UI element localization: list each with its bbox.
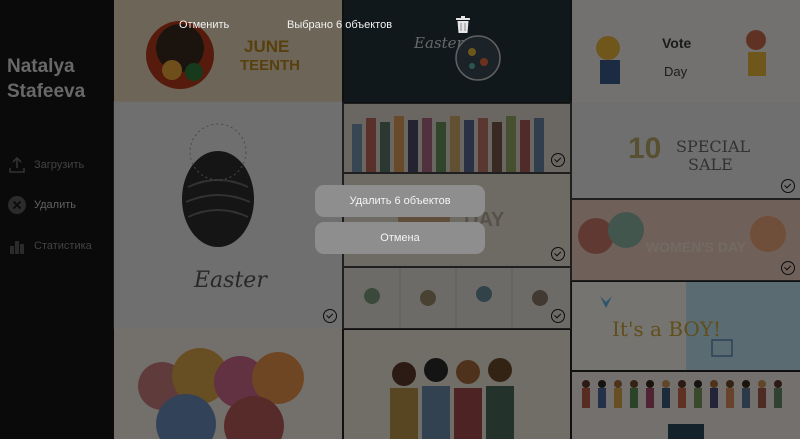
- tile-text: Easter: [193, 268, 268, 293]
- svg-text:10: 10: [628, 132, 661, 165]
- sidebar-item-label: Удалить: [34, 198, 76, 211]
- tile-people-group[interactable]: [344, 330, 570, 439]
- tile-text: WOMEN'S DAY: [646, 239, 747, 255]
- cancel-selection-link[interactable]: Отменить: [179, 19, 229, 31]
- upload-icon: [6, 154, 27, 175]
- svg-text:Day: Day: [664, 64, 688, 79]
- author-name: Natalya Stafeeva: [7, 56, 86, 102]
- selected-check-icon: [551, 309, 565, 323]
- tile-vote-day[interactable]: Vote Day: [572, 0, 800, 102]
- sidebar: Natalya Stafeeva Загрузить Удалить Статис…: [0, 0, 114, 439]
- selected-check-icon: [323, 309, 337, 323]
- sidebar-item-label: Загрузить: [34, 158, 85, 171]
- tile-women-silhouettes[interactable]: [114, 328, 342, 439]
- tile-people-row[interactable]: [572, 372, 800, 439]
- trash-icon[interactable]: [455, 16, 471, 34]
- selected-check-icon: [551, 153, 565, 167]
- stats-icon: [6, 235, 27, 256]
- sidebar-item-label: Статистика: [34, 239, 92, 252]
- tile-special-sale[interactable]: 10 SPECIAL SALE: [571, 101, 800, 199]
- selected-check-icon: [781, 261, 795, 275]
- svg-text:SALE: SALE: [688, 155, 733, 174]
- tile-womens-day[interactable]: WOMEN'S DAY: [571, 199, 800, 281]
- tile-juneteenth[interactable]: JUNE TEENTH: [114, 0, 342, 102]
- confirm-delete-button[interactable]: Удалить 6 объектов: [315, 185, 485, 217]
- tile-its-a-boy[interactable]: It's a BOY!: [572, 282, 800, 370]
- cancel-button[interactable]: Отмена: [315, 222, 485, 254]
- tile-text: SPECIAL: [676, 137, 751, 156]
- tile-plants-grid[interactable]: [343, 267, 571, 329]
- selected-check-icon: [781, 179, 795, 193]
- image-grid: JUNE TEENTH Easter Easter DAY Vote Day 1…: [113, 0, 800, 439]
- tile-text: Vote: [662, 35, 692, 51]
- tile-text: It's a BOY!: [612, 317, 721, 341]
- sidebar-item-upload[interactable]: Загрузить: [6, 154, 84, 175]
- selected-count-label: Выбрано 6 объектов: [287, 19, 393, 31]
- svg-text:TEENTH: TEENTH: [240, 57, 300, 74]
- tile-easter-egg[interactable]: Easter: [113, 101, 343, 329]
- sidebar-item-delete[interactable]: Удалить: [6, 194, 76, 215]
- tile-text: JUNE: [244, 37, 289, 56]
- tile-text: Easter: [413, 34, 464, 52]
- sidebar-item-stats[interactable]: Статистика: [6, 235, 92, 256]
- delete-circle-icon: [6, 194, 27, 215]
- selected-check-icon: [551, 247, 565, 261]
- tile-crowd[interactable]: [343, 103, 571, 173]
